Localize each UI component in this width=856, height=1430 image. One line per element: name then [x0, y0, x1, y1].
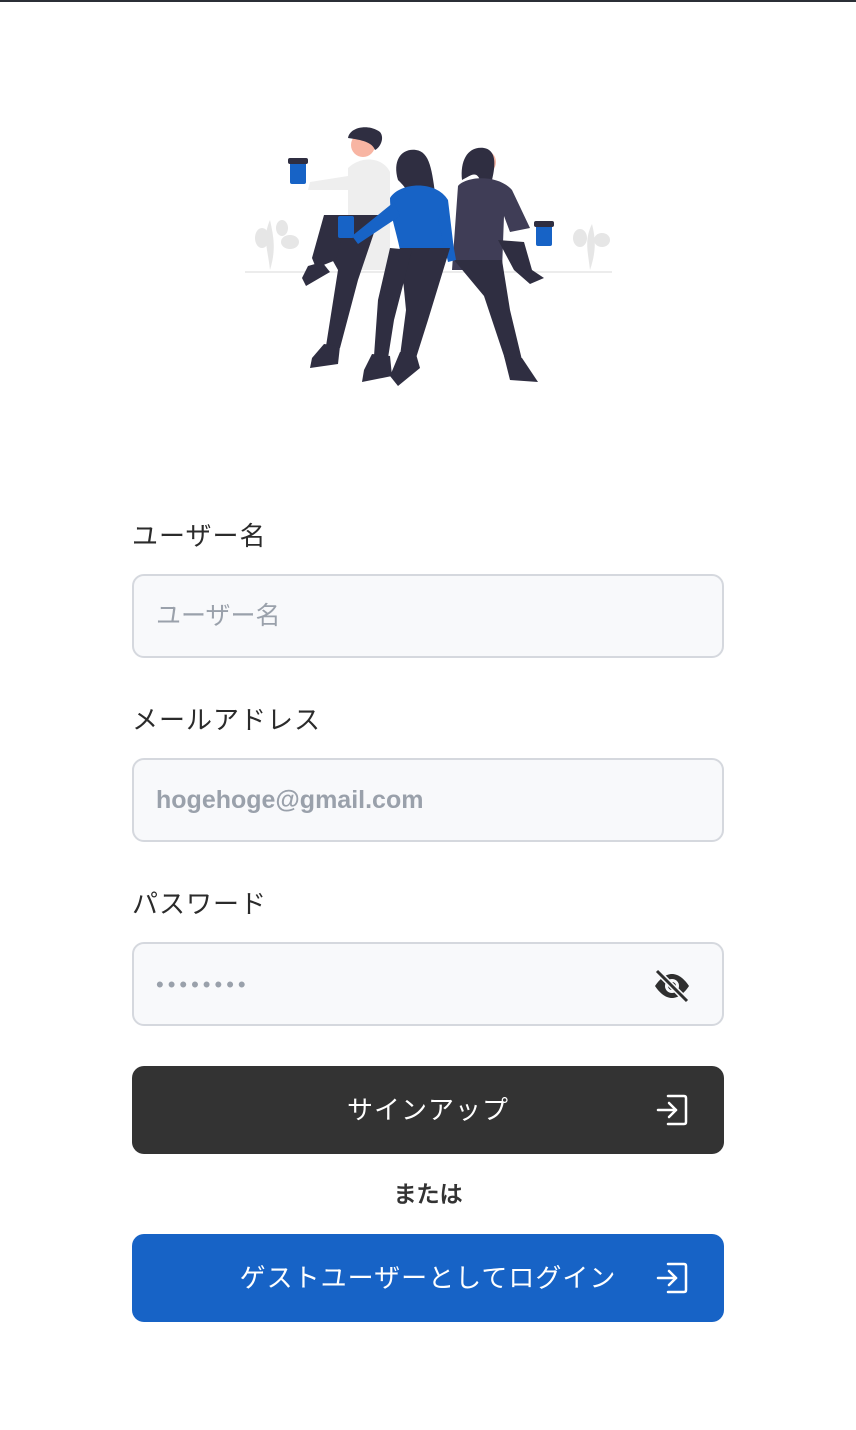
- password-input[interactable]: [134, 944, 722, 1024]
- guest-login-button[interactable]: ゲストユーザーとしてログイン: [132, 1234, 724, 1322]
- guest-login-button-label: ゲストユーザーとしてログイン: [239, 1263, 617, 1293]
- password-label: パスワード: [132, 890, 268, 920]
- username-label: ユーザー名: [132, 522, 267, 552]
- email-label: メールアドレス: [132, 706, 322, 736]
- login-arrow-icon: [656, 1262, 688, 1294]
- password-field-container: [132, 942, 724, 1026]
- eye-off-icon[interactable]: [652, 966, 692, 1006]
- username-input[interactable]: [134, 576, 722, 656]
- username-field-container: [132, 574, 724, 658]
- signup-button-label: サインアップ: [346, 1095, 509, 1125]
- email-input[interactable]: [134, 760, 722, 840]
- email-field-container: [132, 758, 724, 842]
- signup-button[interactable]: サインアップ: [132, 1066, 724, 1154]
- team-illustration: [245, 127, 612, 386]
- login-arrow-icon: [656, 1094, 688, 1126]
- top-border: [0, 0, 856, 2]
- signup-form: ユーザー名 メールアドレス パスワード サインアップ または ゲストユーザーとし…: [132, 520, 724, 1322]
- or-divider-text: または: [393, 1182, 463, 1208]
